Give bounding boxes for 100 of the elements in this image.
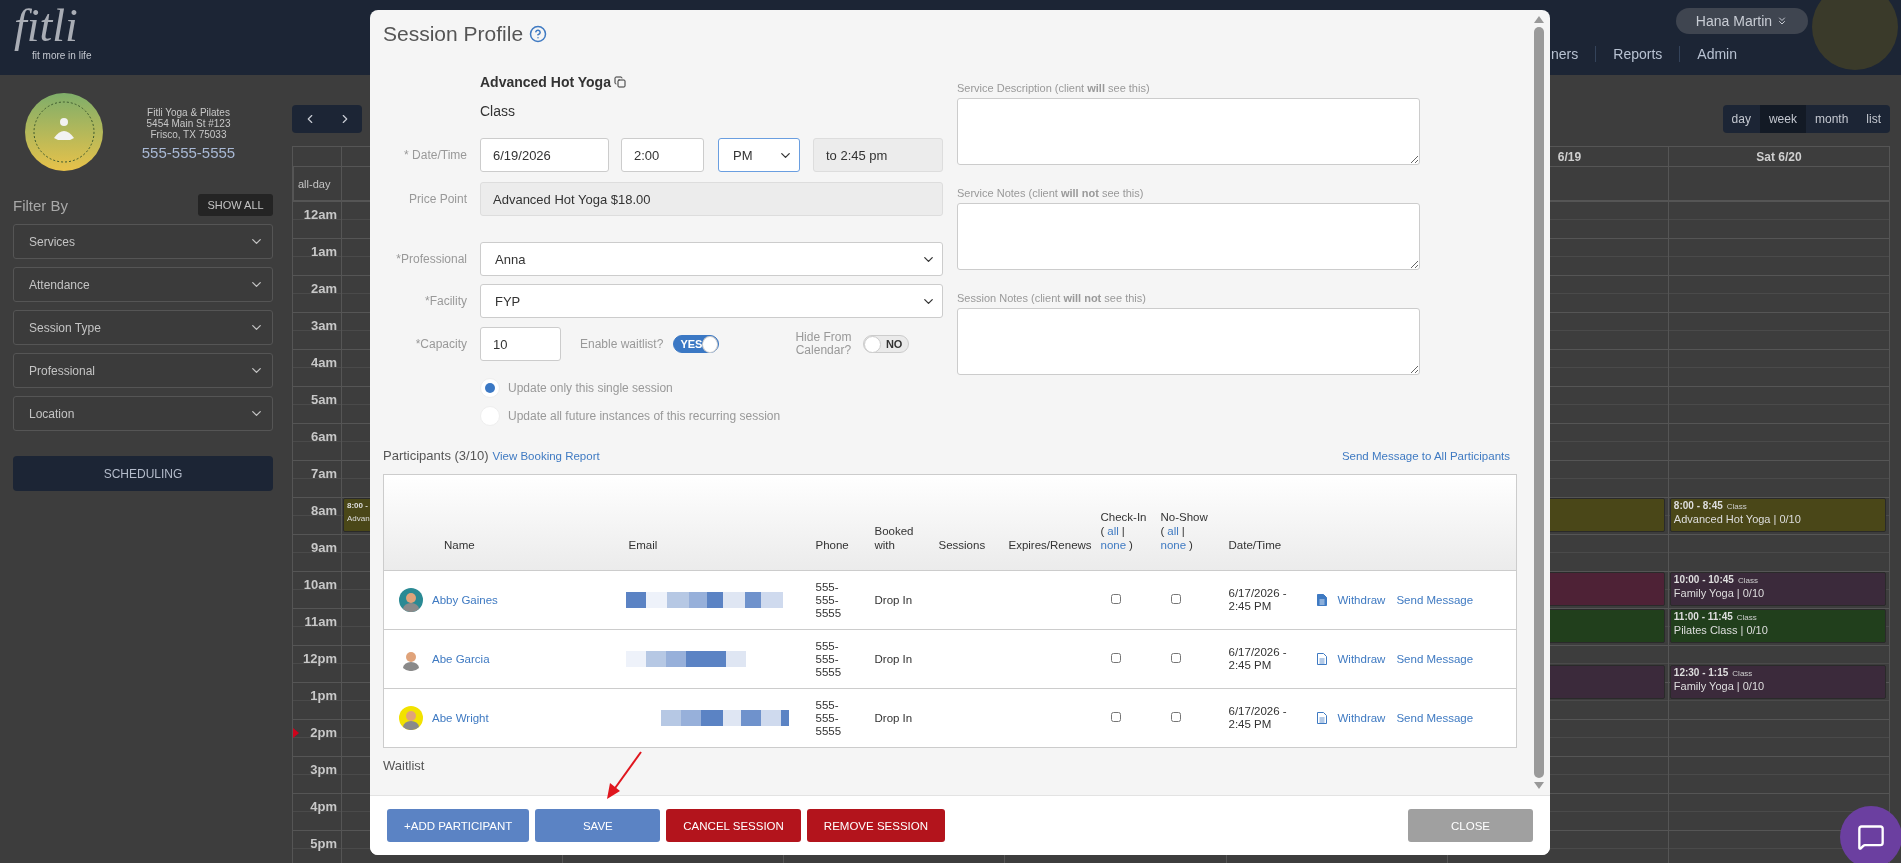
withdraw-link[interactable]: Withdraw bbox=[1337, 711, 1386, 725]
view-tab[interactable]: list bbox=[1857, 105, 1890, 133]
day-header: 6/19 bbox=[1557, 149, 1582, 164]
scroll-up-icon[interactable] bbox=[1534, 16, 1544, 23]
date-time-cell: 6/17/2026 - 2:45 PM bbox=[1216, 570, 1305, 630]
booked-with-cell: Drop In bbox=[862, 629, 927, 689]
participant-name-link[interactable]: Abe Garcia bbox=[432, 652, 490, 666]
bracket-text: ) bbox=[1129, 538, 1133, 552]
professional-select[interactable]: Anna bbox=[480, 242, 943, 276]
check-in-checkbox[interactable] bbox=[1110, 711, 1121, 722]
select-all-link[interactable]: all bbox=[1107, 524, 1119, 538]
nav-link[interactable]: Reports bbox=[1595, 46, 1680, 62]
filter-title: Filter By bbox=[13, 196, 68, 214]
time-label: 6am bbox=[310, 428, 338, 444]
business-phone: 555-555-5555 bbox=[141, 144, 236, 161]
scrollbar[interactable] bbox=[1533, 16, 1545, 789]
dialog-button[interactable]: +ADD PARTICIPANT bbox=[387, 809, 530, 842]
filter-dropdown[interactable]: Attendance bbox=[13, 267, 273, 302]
send-message-link[interactable]: Send Message bbox=[1396, 593, 1474, 607]
service-type: Class bbox=[480, 103, 515, 119]
event-time: 12:30 - 1:15 bbox=[1673, 666, 1729, 679]
avatar-icon bbox=[399, 706, 423, 730]
help-icon[interactable] bbox=[529, 25, 548, 43]
waitlist-label: Enable waitlist? bbox=[580, 337, 664, 351]
column-header: Expires/Renews bbox=[996, 474, 1093, 571]
dialog-button[interactable]: CANCEL SESSION bbox=[666, 809, 801, 842]
no-show-checkbox[interactable] bbox=[1170, 593, 1181, 604]
time-label: 1am bbox=[310, 243, 338, 259]
radio-button[interactable] bbox=[480, 378, 500, 398]
select-none-link[interactable]: none bbox=[1160, 538, 1187, 552]
filter-dropdown[interactable]: Professional bbox=[13, 353, 273, 388]
filter-dropdown[interactable]: Services bbox=[13, 224, 273, 259]
send-message-link[interactable]: Send Message bbox=[1396, 711, 1474, 725]
check-in-checkbox[interactable] bbox=[1110, 593, 1121, 604]
view-tab[interactable]: month bbox=[1805, 105, 1858, 133]
participant-name-link[interactable]: Abby Gaines bbox=[432, 593, 498, 607]
filter-dropdown[interactable]: Session Type bbox=[13, 310, 273, 345]
column-header: No-Show bbox=[1160, 510, 1209, 524]
calendar-event[interactable]: 10:00 - 10:45 Class Family Yoga | 0/10 bbox=[1669, 572, 1886, 606]
time-label: 3pm bbox=[310, 761, 338, 777]
participant-name-link[interactable]: Abe Wright bbox=[432, 711, 489, 725]
document-icon[interactable] bbox=[1316, 712, 1327, 724]
dialog-title: Session Profile bbox=[383, 22, 524, 46]
notes-field[interactable] bbox=[957, 308, 1420, 375]
notes-label: Service Description (client will see this) bbox=[957, 82, 1151, 96]
price-point-field[interactable]: Advanced Hot Yoga $18.00 bbox=[480, 182, 943, 216]
separator-text: | bbox=[1121, 524, 1125, 538]
field-label: Price Point bbox=[407, 192, 467, 206]
calendar-event[interactable]: 12:30 - 1:15 Class Family Yoga | 0/10 bbox=[1669, 664, 1886, 699]
chat-button[interactable] bbox=[1840, 806, 1901, 863]
send-message-link[interactable]: Send Message bbox=[1396, 652, 1474, 666]
waitlist-toggle[interactable]: YES bbox=[673, 335, 720, 353]
view-tab[interactable]: week bbox=[1759, 105, 1806, 133]
business-address: 5454 Main St #123 bbox=[146, 118, 231, 129]
event-type: Class bbox=[1736, 612, 1757, 624]
user-menu[interactable]: Hana Martin bbox=[1676, 8, 1808, 34]
capacity-field[interactable]: 10 bbox=[480, 327, 561, 361]
event-type: Class bbox=[1726, 501, 1747, 513]
service-name: Advanced Hot Yoga bbox=[480, 74, 611, 90]
business-address: Frisco, TX 75033 bbox=[150, 129, 227, 140]
select-all-link[interactable]: all bbox=[1167, 524, 1179, 538]
notes-field[interactable] bbox=[957, 203, 1420, 270]
am-pm-select[interactable]: PM bbox=[718, 138, 800, 172]
calendar-event[interactable]: 8:00 - 8:45 Class Advanced Hot Yoga | 0/10 bbox=[1669, 498, 1886, 532]
calendar-event[interactable]: 11:00 - 11:45 Class Pilates Class | 0/10 bbox=[1669, 609, 1886, 643]
end-time-field[interactable]: to 2:45 pm bbox=[813, 138, 943, 172]
time-label: 7am bbox=[310, 465, 338, 481]
dialog-button[interactable]: SAVE bbox=[535, 809, 661, 842]
booking-report-link[interactable]: View Booking Report bbox=[492, 450, 600, 462]
all-day-label: all-day bbox=[298, 177, 331, 190]
copy-icon[interactable] bbox=[613, 76, 626, 88]
facility-select[interactable]: FYP bbox=[480, 284, 943, 318]
scroll-down-icon[interactable] bbox=[1534, 782, 1544, 789]
column-header: Sessions bbox=[926, 474, 997, 571]
nav-link[interactable]: ners bbox=[1551, 46, 1596, 62]
hide-toggle[interactable]: NO bbox=[863, 335, 910, 353]
check-in-checkbox[interactable] bbox=[1110, 652, 1121, 663]
document-icon[interactable] bbox=[1316, 653, 1327, 665]
select-none-link[interactable]: none bbox=[1100, 538, 1127, 552]
time-field[interactable]: 2:00 bbox=[621, 138, 704, 172]
day-header: Sat 6/20 bbox=[1756, 149, 1802, 164]
view-tab[interactable]: day bbox=[1722, 105, 1760, 133]
brand-logo[interactable]: fitli bbox=[14, 2, 92, 50]
notes-field[interactable] bbox=[957, 98, 1420, 165]
time-label: 3am bbox=[310, 317, 338, 333]
document-icon[interactable] bbox=[1316, 594, 1327, 606]
withdraw-link[interactable]: Withdraw bbox=[1337, 652, 1386, 666]
time-label: 5pm bbox=[310, 835, 338, 851]
message-all-link[interactable]: Send Message to All Participants bbox=[1341, 450, 1510, 462]
no-show-checkbox[interactable] bbox=[1170, 711, 1181, 722]
nav-link[interactable]: Admin bbox=[1679, 46, 1754, 62]
filter-dropdown[interactable]: Location bbox=[13, 396, 273, 431]
withdraw-link[interactable]: Withdraw bbox=[1337, 593, 1386, 607]
date-field[interactable]: 6/19/2026 bbox=[480, 138, 609, 172]
scheduling-button[interactable]: SCHEDULING bbox=[13, 456, 273, 491]
phone-cell: 555-555-5555 bbox=[803, 629, 863, 689]
dialog-button[interactable]: REMOVE SESSION bbox=[806, 809, 946, 842]
field-label: *Professional bbox=[395, 252, 467, 266]
show-all-button[interactable]: SHOW ALL bbox=[198, 194, 273, 216]
no-show-checkbox[interactable] bbox=[1170, 652, 1181, 663]
